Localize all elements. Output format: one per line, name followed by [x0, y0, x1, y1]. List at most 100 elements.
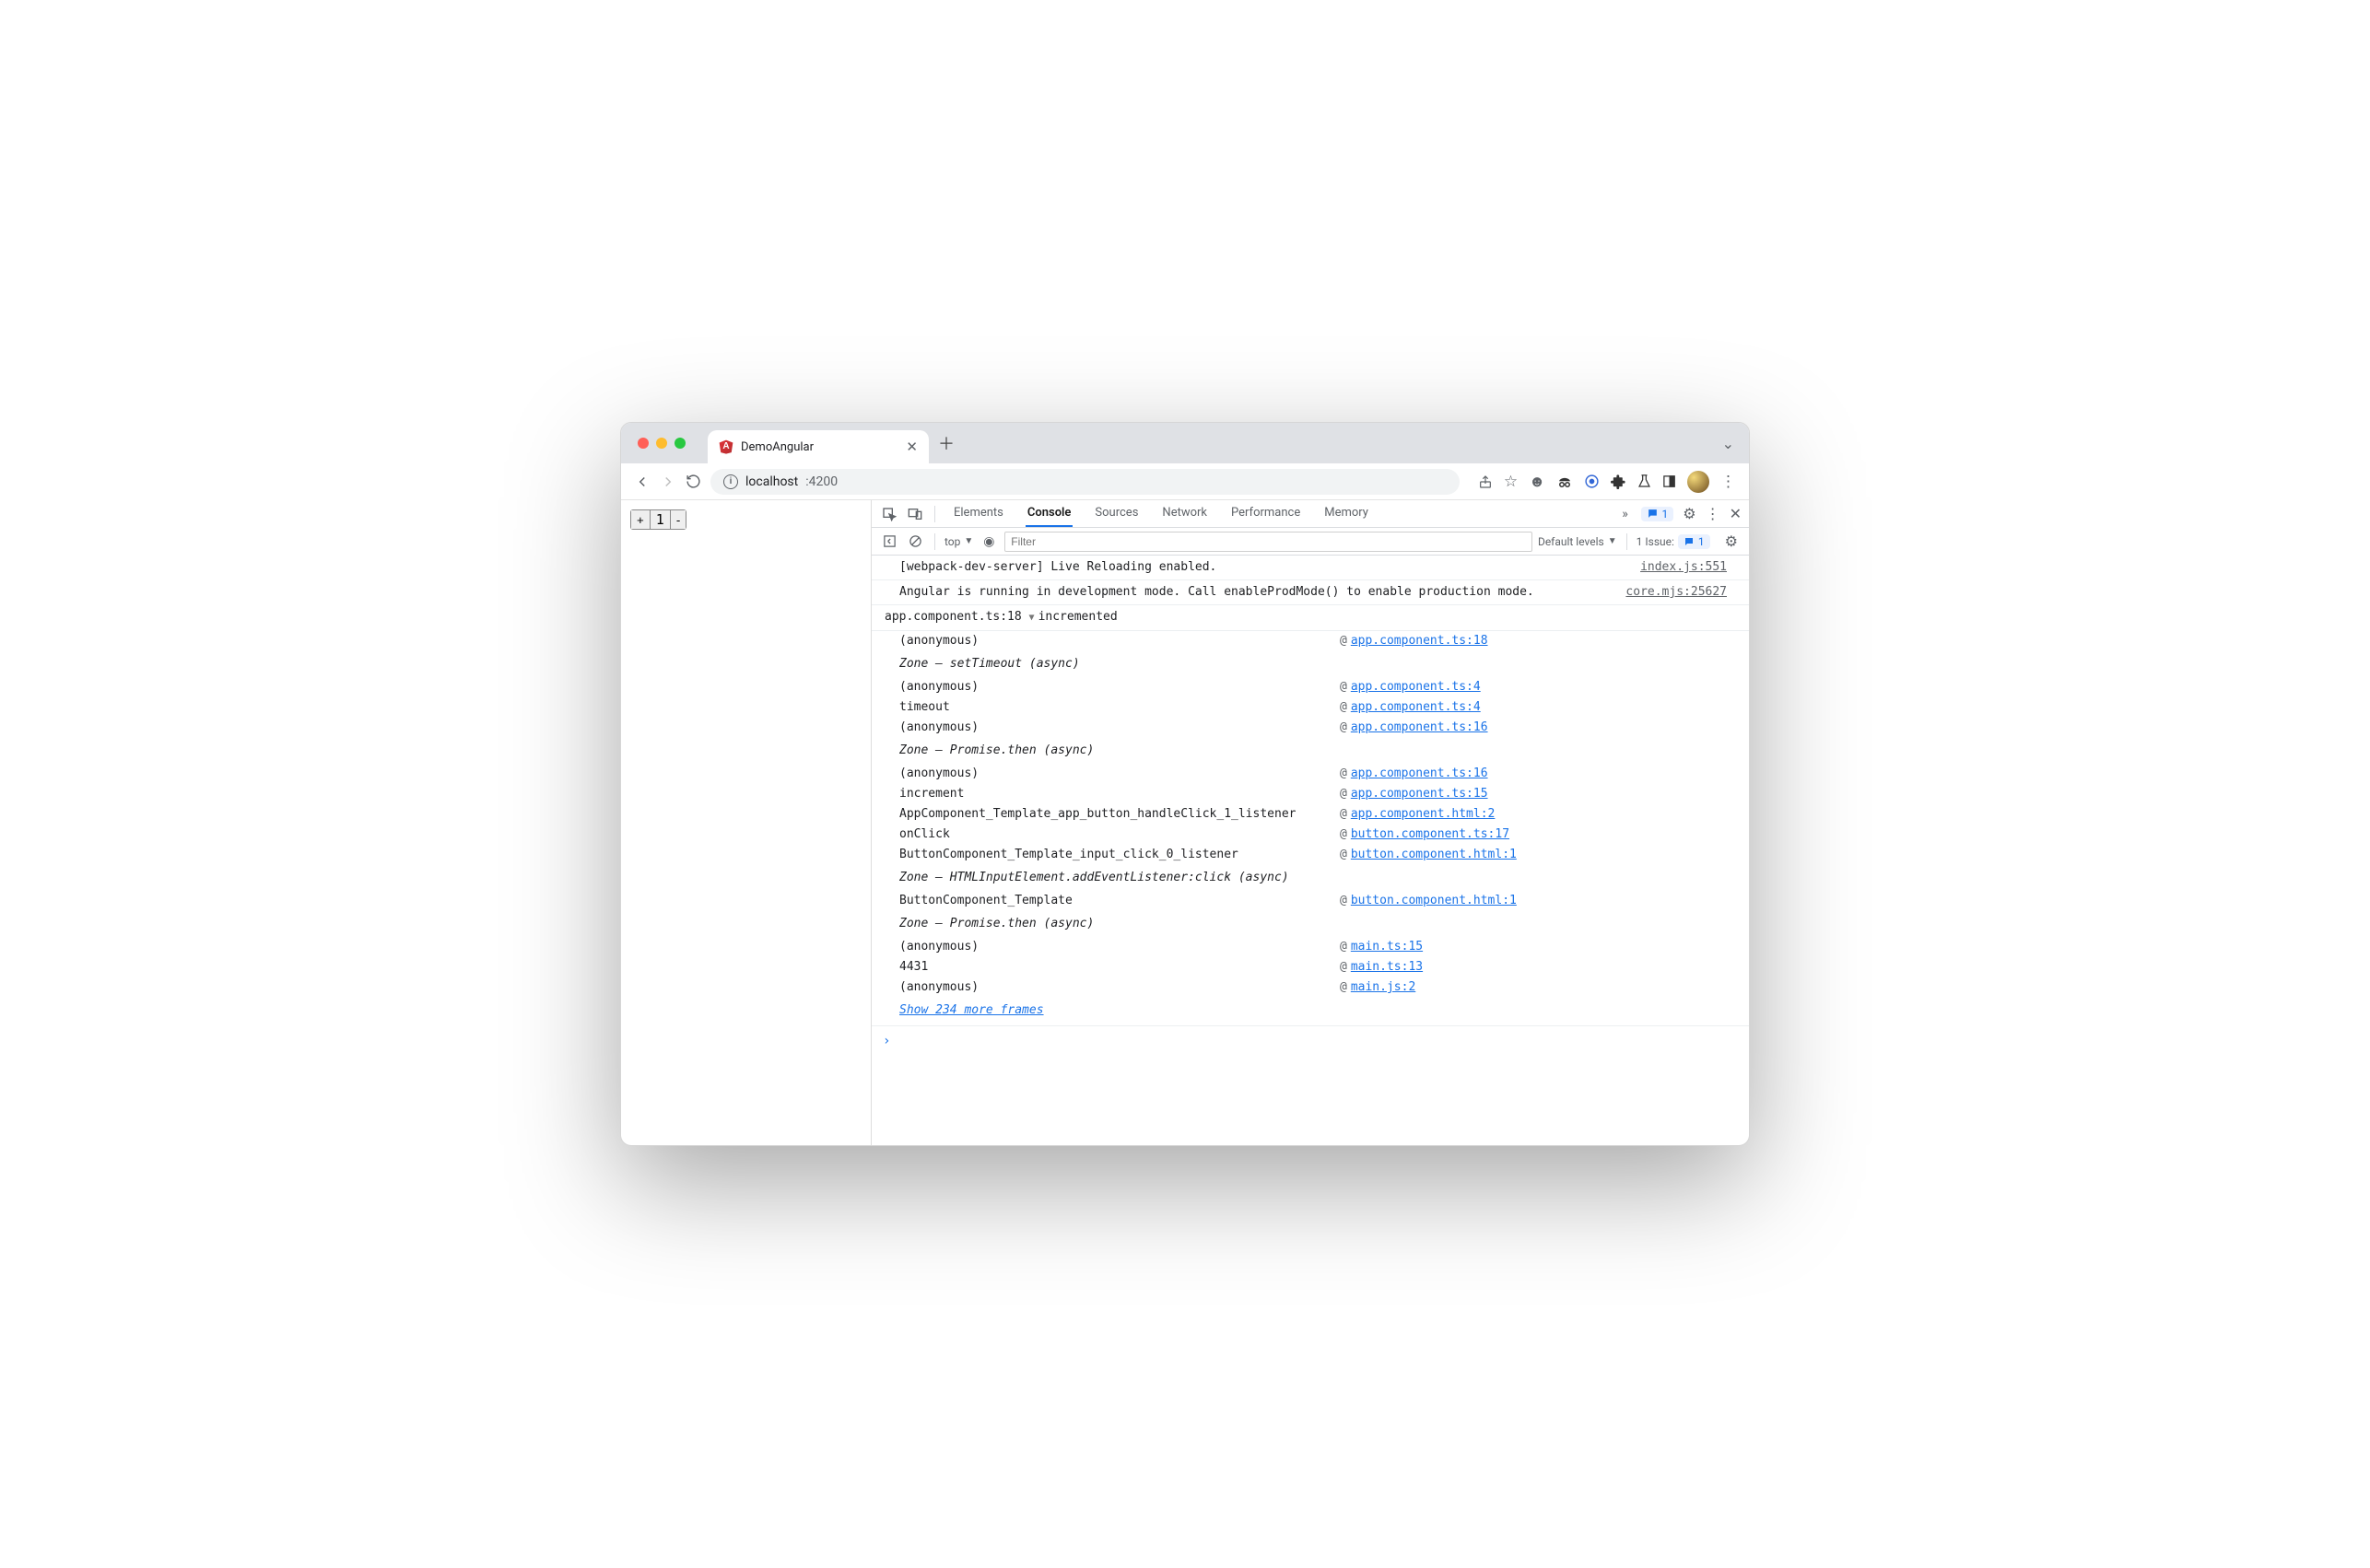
stack-async-boundary: Zone — Promise.then (async): [899, 911, 1749, 937]
increment-button[interactable]: +: [631, 510, 651, 529]
stack-async-boundary: Zone — setTimeout (async): [899, 651, 1749, 677]
divider: [934, 506, 935, 522]
back-button[interactable]: [634, 474, 651, 490]
show-more-frames[interactable]: Show 234 more frames: [872, 998, 1749, 1026]
devtools-tab-sources[interactable]: Sources: [1093, 500, 1140, 527]
log-source-link[interactable]: core.mjs:25627: [1625, 583, 1727, 602]
stack-frame: timeout@app.component.ts:4: [899, 697, 1749, 718]
stack-frame-link[interactable]: app.component.ts:4: [1351, 680, 1481, 694]
toolbar-right: ☆ ☻ ⋮: [1478, 471, 1736, 493]
trace-label: incremented: [1038, 610, 1118, 624]
stack-frame: (anonymous)@app.component.ts:16: [899, 718, 1749, 738]
devtools-tabs: Elements Console Sources Network Performance…: [952, 500, 1610, 527]
stack-frame-link[interactable]: button.component.ts:17: [1351, 827, 1509, 841]
close-window[interactable]: [638, 438, 649, 449]
stack-frame-link[interactable]: button.component.html:1: [1351, 894, 1517, 907]
disclosure-triangle-icon[interactable]: ▼: [1029, 609, 1035, 627]
inspect-element-icon[interactable]: [879, 504, 899, 524]
trace-source[interactable]: app.component.ts:18: [885, 610, 1022, 624]
devtools-tab-network[interactable]: Network: [1160, 500, 1209, 527]
devtools-menu-icon[interactable]: ⋮: [1706, 505, 1720, 522]
extension-icon-2[interactable]: [1584, 474, 1600, 489]
device-toolbar-icon[interactable]: [905, 504, 925, 524]
stack-frame: onClick@button.component.ts:17: [899, 825, 1749, 845]
console-sidebar-icon[interactable]: [879, 532, 899, 552]
stack-frame-link[interactable]: main.ts:15: [1351, 940, 1423, 954]
chrome-menu-icon[interactable]: ⋮: [1720, 473, 1736, 491]
log-text: Angular is running in development mode. …: [899, 585, 1534, 599]
stack-async-boundary: Zone — Promise.then (async): [899, 738, 1749, 764]
stack-frame: ButtonComponent_Template@button.componen…: [899, 891, 1749, 911]
log-text: [webpack-dev-server] Live Reloading enab…: [899, 560, 1216, 574]
console-settings-icon[interactable]: ⚙: [1725, 532, 1738, 550]
stack-frame-link[interactable]: app.component.ts:15: [1351, 787, 1488, 801]
devtools-tab-memory[interactable]: Memory: [1322, 500, 1370, 527]
counter-widget: + 1 -: [630, 509, 686, 530]
stack-frame-link[interactable]: app.component.ts:16: [1351, 766, 1488, 780]
profile-avatar[interactable]: [1687, 471, 1709, 493]
angular-favicon: [719, 439, 733, 454]
minimize-window[interactable]: [656, 438, 667, 449]
stack-frame: ButtonComponent_Template_input_click_0_l…: [899, 845, 1749, 865]
counter-value: 1: [651, 510, 671, 529]
browser-toolbar: i localhost:4200 ☆ ☻ ⋮: [621, 463, 1749, 500]
stack-frame-link[interactable]: app.component.ts:16: [1351, 720, 1488, 734]
divider: [934, 533, 935, 550]
decrement-button[interactable]: -: [671, 510, 686, 529]
console-log: index.js:551 [webpack-dev-server] Live Re…: [872, 556, 1749, 580]
devtools-tab-console[interactable]: Console: [1026, 500, 1074, 527]
divider: [1626, 533, 1627, 550]
stack-frame: (anonymous)@main.ts:15: [899, 937, 1749, 957]
extensions-puzzle-icon[interactable]: [1611, 474, 1626, 489]
issues-button[interactable]: 1 Issue: 1: [1637, 534, 1710, 549]
expand-tabstrip-icon[interactable]: ⌄: [1722, 435, 1734, 452]
bookmark-icon[interactable]: ☆: [1504, 473, 1518, 491]
stack-frame: (anonymous)@app.component.ts:4: [899, 677, 1749, 697]
devtools-tab-elements[interactable]: Elements: [952, 500, 1005, 527]
trace-header[interactable]: app.component.ts:18 ▼incremented: [872, 605, 1749, 631]
console-body: index.js:551 [webpack-dev-server] Live Re…: [872, 556, 1749, 1145]
console-prompt[interactable]: ›: [872, 1026, 1749, 1056]
stack-frame: (anonymous)@app.component.ts:16: [899, 764, 1749, 784]
address-bar[interactable]: i localhost:4200: [710, 469, 1460, 495]
clear-console-icon[interactable]: [905, 532, 925, 552]
stack-frame: (anonymous)@main.js:2: [899, 977, 1749, 998]
live-expression-icon[interactable]: ◉: [979, 532, 999, 552]
messages-badge[interactable]: 1: [1641, 507, 1674, 521]
reading-list-icon[interactable]: [1662, 474, 1676, 488]
log-source-link[interactable]: index.js:551: [1640, 558, 1727, 577]
share-icon[interactable]: [1478, 474, 1493, 489]
console-filter: [1004, 532, 1532, 552]
stack-frame: 4431@main.ts:13: [899, 957, 1749, 977]
console-log: core.mjs:25627 Angular is running in deve…: [872, 580, 1749, 605]
stack-frame-link[interactable]: main.ts:13: [1351, 960, 1423, 974]
context-selector[interactable]: top ▼: [944, 535, 973, 548]
new-tab-button[interactable]: ＋: [938, 431, 955, 455]
stack-frame-link[interactable]: main.js:2: [1351, 980, 1415, 994]
tab-strip: DemoAngular ✕ ＋ ⌄: [621, 423, 1749, 463]
devtools-close-icon[interactable]: ✕: [1730, 505, 1742, 522]
stack-async-boundary: Zone — HTMLInputElement.addEventListener…: [899, 865, 1749, 891]
site-info-icon[interactable]: i: [723, 474, 738, 489]
devtools-panel: Elements Console Sources Network Performance…: [872, 500, 1749, 1145]
console-filter-input[interactable]: [1004, 532, 1532, 552]
labs-icon[interactable]: [1637, 474, 1651, 489]
reload-button[interactable]: [686, 474, 701, 489]
stack-frame: (anonymous)@app.component.ts:18: [899, 631, 1749, 651]
stack-frame-link[interactable]: app.component.ts:18: [1351, 634, 1488, 648]
browser-window: DemoAngular ✕ ＋ ⌄ i localhost:4200 ☆ ☻: [620, 422, 1750, 1146]
stack-frame-link[interactable]: button.component.html:1: [1351, 848, 1517, 861]
stack-frame-link[interactable]: app.component.html:2: [1351, 807, 1496, 821]
devtools-tab-performance[interactable]: Performance: [1229, 500, 1302, 527]
close-tab-icon[interactable]: ✕: [906, 439, 918, 455]
extension-icon-1[interactable]: ☻: [1529, 473, 1545, 491]
maximize-window[interactable]: [675, 438, 686, 449]
more-tabs-icon[interactable]: »: [1615, 504, 1636, 524]
devtools-settings-icon[interactable]: ⚙: [1683, 505, 1695, 522]
log-levels-selector[interactable]: Default levels ▼: [1538, 535, 1617, 548]
url-port: :4200: [805, 474, 838, 489]
window-controls: [638, 438, 686, 449]
incognito-icon[interactable]: [1556, 475, 1573, 488]
stack-frame-link[interactable]: app.component.ts:4: [1351, 700, 1481, 714]
browser-tab[interactable]: DemoAngular ✕: [708, 430, 929, 463]
